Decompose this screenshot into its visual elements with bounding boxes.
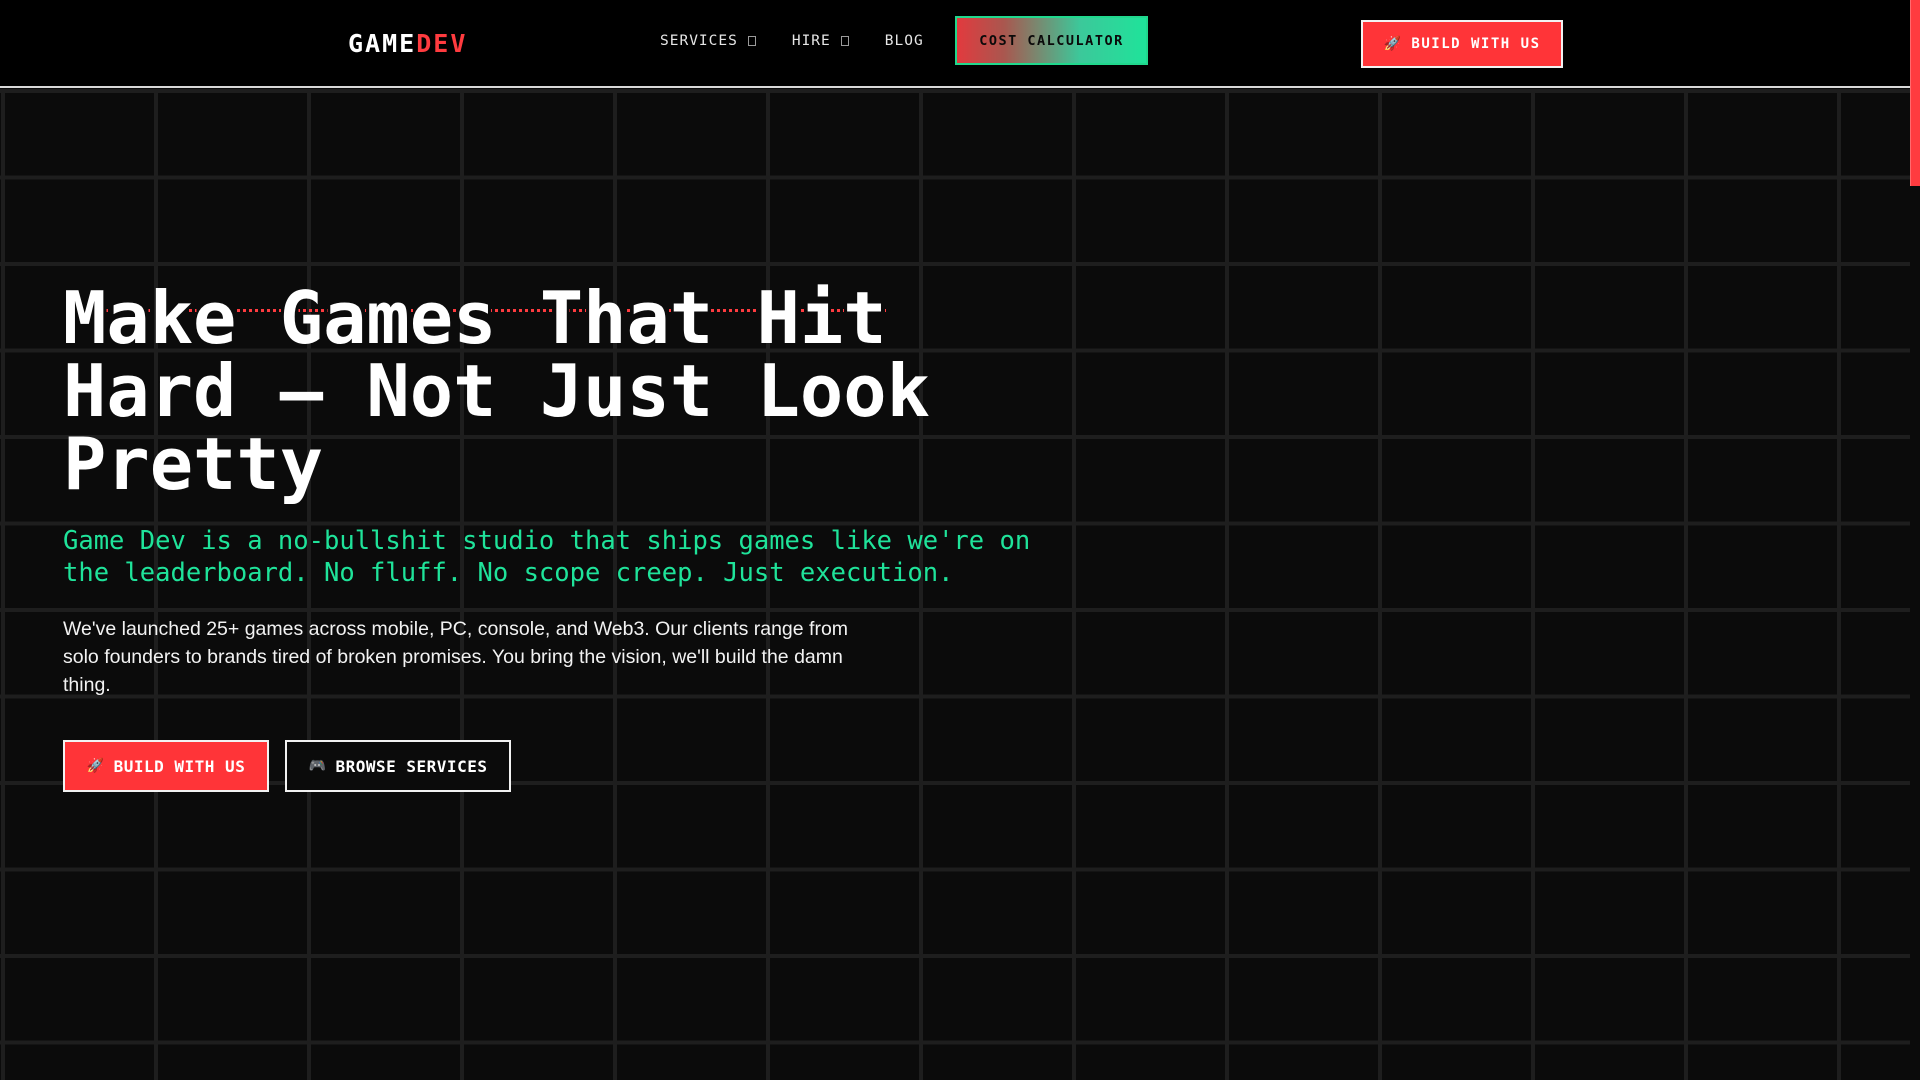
- scrollbar[interactable]: [1910, 0, 1920, 1080]
- logo-text-accent: DEV: [416, 29, 468, 58]
- cost-calculator-label: COST CALCULATOR: [979, 32, 1124, 49]
- scrollbar-thumb[interactable]: [1910, 0, 1920, 186]
- headline-line-2: Hard — Not Just Look: [63, 349, 930, 433]
- nav-item-label: HIRE: [791, 33, 831, 49]
- browse-services-label: BROWSE SERVICES: [335, 756, 488, 776]
- main-nav: SERVICES HIRE BLOG: [660, 33, 960, 49]
- site-header: GAMEDEV SERVICES HIRE BLOG COST CALCULAT…: [0, 0, 1910, 88]
- nav-item-label: BLOG: [884, 33, 924, 49]
- nav-item-services[interactable]: SERVICES: [660, 33, 756, 49]
- build-with-us-label: BUILD WITH US: [113, 756, 246, 776]
- cost-calculator-button[interactable]: COST CALCULATOR: [955, 16, 1148, 65]
- logo-text-main: GAME: [348, 29, 417, 58]
- headline-line-3: Pretty: [63, 422, 324, 506]
- chevron-down-icon: [747, 36, 756, 46]
- headline-line-1: Make Games That Hit: [63, 276, 887, 360]
- logo[interactable]: GAMEDEV: [348, 29, 467, 58]
- page: GAMEDEV SERVICES HIRE BLOG COST CALCULAT…: [0, 0, 1920, 1080]
- hero-body-text: We've launched 25+ games across mobile, …: [63, 618, 849, 696]
- hero-subhead: Game Dev is a no-bullshit studio that sh…: [63, 526, 1031, 588]
- nav-item-hire[interactable]: HIRE: [792, 33, 849, 49]
- header-build-with-us-button[interactable]: 🚀 BUILD WITH US: [1361, 20, 1563, 68]
- rocket-icon: 🚀: [1383, 36, 1403, 52]
- rocket-icon: 🚀: [86, 758, 105, 774]
- nav-item-label: SERVICES: [660, 33, 738, 49]
- nav-item-blog[interactable]: BLOG: [885, 33, 924, 49]
- chevron-down-icon: [840, 36, 849, 46]
- hero-cta-row: 🚀 BUILD WITH US 🎮 BROWSE SERVICES: [63, 740, 511, 792]
- browse-services-button[interactable]: 🎮 BROWSE SERVICES: [285, 740, 511, 792]
- header-cta-label: BUILD WITH US: [1411, 36, 1541, 52]
- hero-headline: Make Games That Hit Hard — Not Just Look…: [63, 282, 1063, 501]
- gamepad-icon: 🎮: [308, 758, 327, 774]
- build-with-us-button[interactable]: 🚀 BUILD WITH US: [63, 740, 269, 792]
